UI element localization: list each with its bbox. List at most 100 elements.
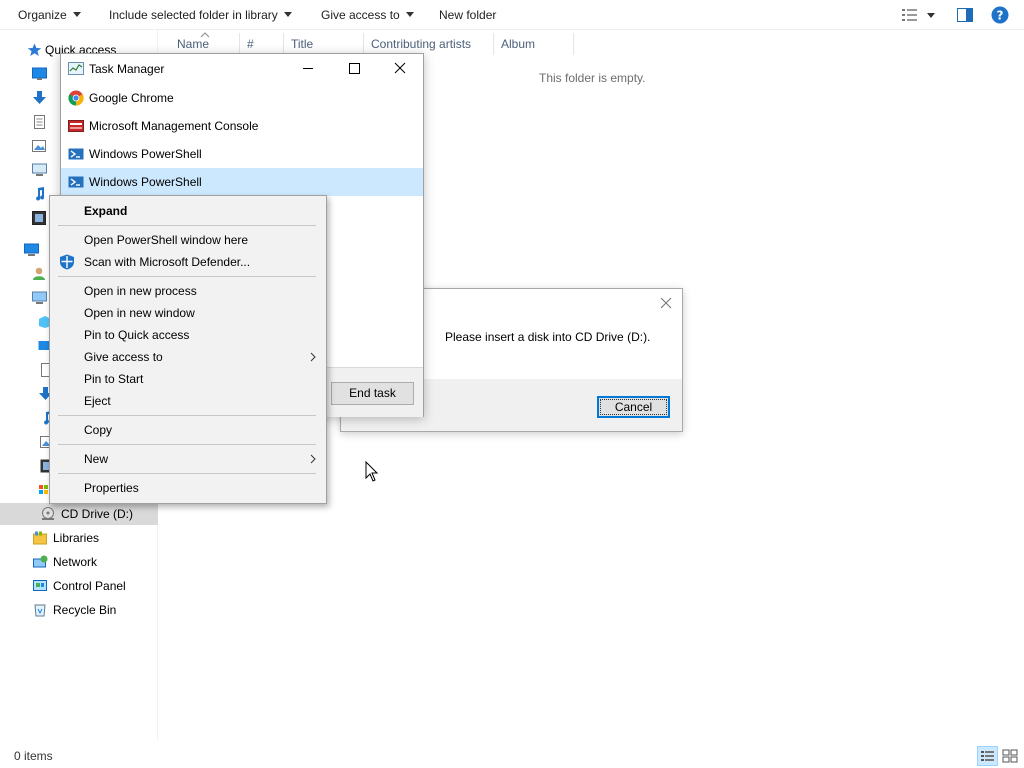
libraries-icon — [33, 531, 47, 545]
organize-label: Organize — [18, 8, 67, 22]
menu-eject-label: Eject — [84, 394, 111, 408]
context-menu: Expand Open PowerShell window here Scan … — [49, 195, 327, 504]
empty-folder-message: This folder is empty. — [539, 71, 646, 85]
organize-menu[interactable]: Organize — [18, 0, 81, 30]
column-header-title[interactable]: Title — [284, 33, 364, 55]
column-header-contributing-artists[interactable]: Contributing artists — [364, 33, 494, 55]
menu-item-scan-defender[interactable]: Scan with Microsoft Defender... — [50, 251, 326, 273]
close-icon — [394, 62, 406, 74]
menu-properties-label: Properties — [84, 481, 139, 495]
nav-item-control-panel[interactable]: Control Panel — [0, 575, 158, 597]
include-library-menu[interactable]: Include selected folder in library — [109, 0, 292, 30]
menu-separator — [58, 473, 316, 474]
menu-scan-defender-label: Scan with Microsoft Defender... — [84, 255, 251, 269]
minimize-icon — [303, 68, 313, 69]
task-manager-title: Task Manager — [89, 62, 165, 76]
monitor-icon — [32, 291, 47, 304]
music-icon — [36, 187, 45, 201]
desktop-icon — [32, 67, 47, 80]
document-icon — [34, 115, 45, 129]
cd-drive-icon — [42, 507, 54, 520]
column-header-name[interactable]: Name — [170, 33, 240, 55]
nav-recycle-bin-label: Recycle Bin — [53, 603, 117, 617]
end-task-button[interactable]: End task — [331, 382, 414, 405]
view-options-icon — [902, 9, 935, 21]
nav-control-panel-label: Control Panel — [53, 579, 126, 593]
nav-item-libraries[interactable]: Libraries — [0, 527, 158, 549]
details-view-icon — [981, 751, 994, 761]
maximize-icon — [349, 63, 360, 74]
star-icon — [27, 43, 42, 56]
nav-item-recycle-bin[interactable]: Recycle Bin — [0, 599, 158, 621]
details-view-button[interactable] — [977, 746, 998, 766]
give-access-label: Give access to — [321, 8, 400, 22]
minimize-button[interactable] — [285, 54, 331, 84]
column-album-label: Album — [501, 37, 536, 51]
menu-item-properties[interactable]: Properties — [50, 477, 326, 499]
large-icons-view-button[interactable] — [1002, 749, 1018, 766]
maximize-button[interactable] — [331, 54, 377, 84]
task-label: Windows PowerShell — [89, 175, 202, 189]
task-row-powershell-2[interactable]: Windows PowerShell — [61, 168, 423, 196]
give-access-menu[interactable]: Give access to — [321, 0, 414, 30]
task-manager-title-bar[interactable]: Task Manager — [61, 54, 423, 84]
pictures-icon — [32, 140, 46, 152]
new-folder-button[interactable]: New folder — [439, 0, 496, 30]
nav-cd-drive-label: CD Drive (D:) — [61, 507, 133, 521]
chrome-icon — [68, 90, 84, 106]
menu-expand-label: Expand — [84, 204, 128, 218]
menu-open-powershell-label: Open PowerShell window here — [84, 233, 249, 247]
preview-pane-icon — [957, 8, 973, 22]
defender-shield-icon — [60, 254, 74, 270]
powershell-icon — [68, 148, 84, 160]
nav-item-network[interactable]: Network — [0, 551, 158, 573]
help-icon: ? — [991, 6, 1009, 24]
menu-item-copy[interactable]: Copy — [50, 419, 326, 441]
large-icons-view-icon — [1002, 749, 1018, 763]
column-artists-label: Contributing artists — [371, 37, 472, 51]
task-manager-icon — [68, 62, 84, 75]
column-header-album[interactable]: Album — [494, 33, 574, 55]
preview-pane-button[interactable] — [957, 8, 973, 25]
task-row-google-chrome[interactable]: Google Chrome — [61, 84, 423, 112]
task-label: Windows PowerShell — [89, 147, 202, 161]
menu-item-expand[interactable]: Expand — [50, 200, 326, 222]
nav-item-cd-drive[interactable]: CD Drive (D:) — [0, 503, 158, 525]
menu-separator — [58, 444, 316, 445]
menu-item-pin-quick-access[interactable]: Pin to Quick access — [50, 324, 326, 346]
menu-item-give-access[interactable]: Give access to — [50, 346, 326, 368]
status-item-count: 0 items — [14, 749, 53, 763]
menu-item-open-powershell[interactable]: Open PowerShell window here — [50, 229, 326, 251]
dialog-close-button[interactable] — [659, 296, 673, 313]
recycle-bin-icon — [34, 604, 46, 617]
menu-item-open-new-window[interactable]: Open in new window — [50, 302, 326, 324]
menu-open-new-process-label: Open in new process — [84, 284, 197, 298]
chevron-down-icon — [283, 12, 292, 17]
mouse-cursor-icon — [365, 461, 379, 482]
menu-item-open-new-process[interactable]: Open in new process — [50, 280, 326, 302]
column-header-number[interactable]: # — [240, 33, 284, 55]
management-console-icon — [68, 120, 84, 132]
computer-icon — [24, 243, 39, 256]
dialog-message: Please insert a disk into CD Drive (D:). — [445, 330, 651, 344]
end-task-label: End task — [349, 386, 396, 400]
menu-item-new[interactable]: New — [50, 448, 326, 470]
cancel-button[interactable]: Cancel — [597, 396, 670, 418]
menu-give-access-label: Give access to — [84, 350, 163, 364]
task-label: Google Chrome — [89, 91, 174, 105]
menu-item-pin-start[interactable]: Pin to Start — [50, 368, 326, 390]
help-button[interactable]: ? — [991, 6, 1009, 27]
menu-item-eject[interactable]: Eject — [50, 390, 326, 412]
task-row-powershell-1[interactable]: Windows PowerShell — [61, 140, 423, 168]
close-icon — [660, 297, 672, 309]
new-folder-label: New folder — [439, 8, 497, 22]
column-name-label: Name — [177, 37, 210, 51]
chevron-down-icon — [72, 12, 81, 17]
close-button[interactable] — [377, 54, 423, 84]
powershell-icon — [68, 176, 84, 188]
column-number-label: # — [247, 37, 254, 51]
change-view-button[interactable] — [901, 8, 941, 25]
monitor-icon — [32, 163, 47, 176]
menu-pin-start-label: Pin to Start — [84, 372, 144, 386]
task-row-mmc[interactable]: Microsoft Management Console — [61, 112, 423, 140]
